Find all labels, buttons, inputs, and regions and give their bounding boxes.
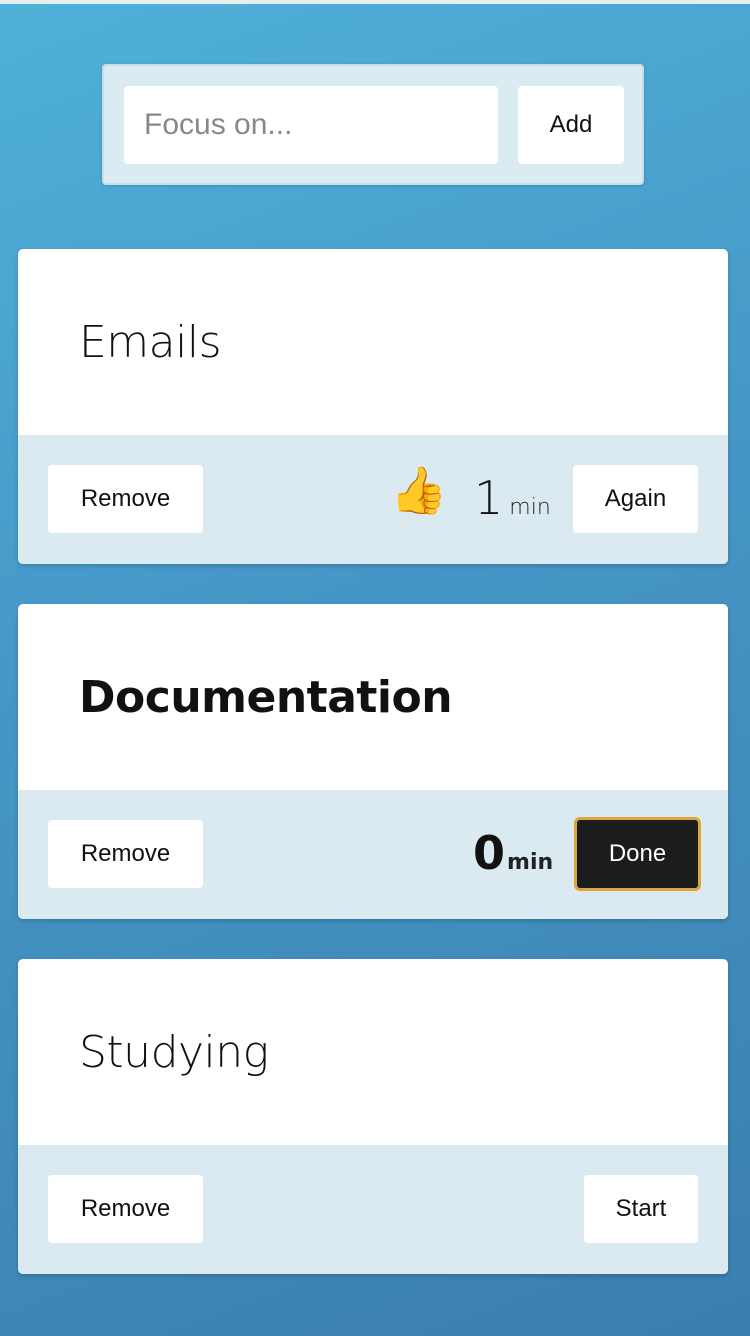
task-title: Studying xyxy=(79,1027,269,1078)
remove-button[interactable]: Remove xyxy=(48,465,203,533)
add-button[interactable]: Add xyxy=(518,86,624,164)
time-value: 0 xyxy=(473,826,506,880)
task-footer: Remove 0min Done xyxy=(18,790,728,919)
time-spent: 0min xyxy=(473,826,553,880)
task-footer: Remove Start xyxy=(18,1145,728,1274)
remove-button[interactable]: Remove xyxy=(48,1175,203,1243)
time-spent: 1 min xyxy=(474,471,551,525)
time-unit: min xyxy=(507,850,554,875)
task-card-emails: Emails Remove 👍 1 min Again xyxy=(18,249,728,564)
task-title: Emails xyxy=(79,317,222,368)
task-card-documentation: Documentation Remove 0min Done xyxy=(18,604,728,919)
thumbs-up-icon: 👍 xyxy=(390,464,448,516)
focus-input[interactable] xyxy=(124,86,498,164)
remove-button[interactable]: Remove xyxy=(48,820,203,888)
task-title: Documentation xyxy=(79,672,453,723)
add-focus-panel: Add xyxy=(102,64,644,185)
task-card-studying: Studying Remove Start xyxy=(18,959,728,1274)
start-button[interactable]: Start xyxy=(584,1175,698,1243)
time-unit: min xyxy=(509,495,551,520)
task-footer: Remove 👍 1 min Again xyxy=(18,435,728,564)
time-value: 1 xyxy=(474,471,504,525)
done-button[interactable]: Done xyxy=(574,817,701,891)
again-button[interactable]: Again xyxy=(573,465,698,533)
